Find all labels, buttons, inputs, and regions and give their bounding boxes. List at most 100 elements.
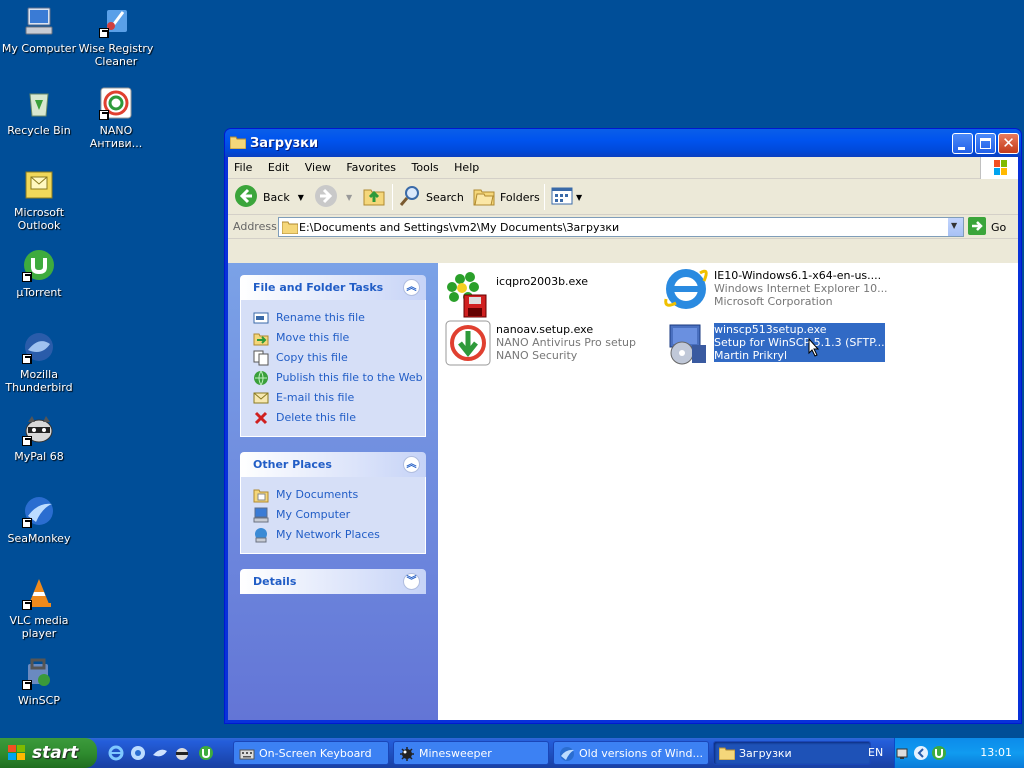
address-dropdown-button[interactable]: ▼	[947, 218, 963, 236]
task-publish-web[interactable]: Publish this file to the Web	[241, 368, 425, 388]
outlook-icon	[22, 168, 56, 202]
menu-view[interactable]: View	[299, 157, 337, 174]
menu-file[interactable]: File	[228, 157, 258, 174]
computer-icon	[253, 507, 269, 523]
place-my-computer[interactable]: My Computer	[241, 505, 425, 525]
other-places-panel: Other Places ︽ My Documents My Computer	[240, 452, 426, 554]
file-item[interactable]: IE10-Windows6.1-x64-en-us.... Windows In…	[660, 265, 888, 315]
address-label: Address	[233, 220, 277, 233]
utorrent-quicklaunch-icon[interactable]	[198, 745, 214, 761]
file-item[interactable]: nanoav.setup.exe NANO Antivirus Pro setu…	[442, 319, 662, 369]
desktop-icon-vlc[interactable]: VLC media player	[0, 576, 79, 640]
my-documents-icon	[253, 487, 269, 503]
file-item-selected[interactable]: winscp513setup.exe Setup for WinSCP 5.1.…	[660, 319, 885, 369]
window-body: File Edit View Favorites Tools Help Back…	[228, 157, 1018, 720]
file-item[interactable]: icqpro2003b.exe	[442, 271, 662, 321]
go-button[interactable]: Go	[968, 216, 1006, 238]
place-my-documents[interactable]: My Documents	[241, 485, 425, 505]
folder-icon	[229, 135, 247, 150]
seamonkey-icon	[22, 494, 56, 528]
panel-header[interactable]: Details ︾	[240, 569, 426, 594]
collapse-chevron-icon[interactable]: ︽	[403, 279, 420, 296]
taskbar-button-minesweeper[interactable]: Minesweeper	[393, 741, 549, 765]
folders-button[interactable]: Folders	[472, 183, 540, 211]
desktop-icon-nano-antivirus[interactable]: NANO Антиви...	[76, 86, 156, 150]
chevron-down-icon[interactable]: ▼	[298, 193, 304, 202]
taskbar-button-downloads[interactable]: Загрузки	[713, 741, 871, 765]
chevron-down-icon[interactable]: ▼	[346, 193, 352, 202]
task-pane: File and Folder Tasks ︽ Rename this file…	[228, 263, 438, 720]
maximize-button[interactable]	[975, 133, 996, 154]
winscp-icon	[22, 656, 56, 690]
back-button[interactable]: Back ▼	[234, 183, 304, 211]
network-tray-icon[interactable]	[895, 745, 911, 761]
utorrent-icon	[22, 248, 56, 282]
address-bar: Address E:\Documents and Settings\vm2\My…	[228, 215, 1018, 239]
desktop-icon-microsoft-outlook[interactable]: Microsoft Outlook	[0, 168, 79, 232]
desktop-icon-mozilla-thunderbird[interactable]: Mozilla Thunderbird	[0, 330, 79, 394]
task-delete-file[interactable]: Delete this file	[241, 408, 425, 428]
desktop-icon-seamonkey[interactable]: SeaMonkey	[0, 494, 79, 545]
rename-icon	[253, 310, 269, 326]
window-title: Загрузки	[250, 136, 319, 151]
registry-cleaner-icon	[99, 4, 133, 38]
chevron-down-icon[interactable]: ▼	[576, 193, 582, 202]
expand-chevron-icon[interactable]: ︾	[403, 573, 420, 590]
language-indicator[interactable]: EN	[868, 746, 883, 759]
delete-icon	[253, 410, 269, 426]
task-rename-file[interactable]: Rename this file	[241, 308, 425, 328]
folder-icon	[718, 746, 736, 762]
address-input[interactable]: E:\Documents and Settings\vm2\My Documen…	[278, 217, 964, 237]
title-bar[interactable]: Загрузки ✕	[225, 129, 1021, 157]
mypal-quicklaunch-icon[interactable]	[174, 745, 190, 761]
task-copy-file[interactable]: Copy this file	[241, 348, 425, 368]
network-places-icon	[253, 527, 269, 543]
chevron-left-icon[interactable]	[913, 745, 929, 761]
maximize-icon	[980, 138, 991, 149]
go-arrow-icon	[968, 216, 986, 238]
content-area: File and Folder Tasks ︽ Rename this file…	[228, 263, 1018, 720]
details-panel: Details ︾	[240, 569, 426, 594]
minimize-button[interactable]	[952, 133, 973, 154]
forward-arrow-icon	[314, 184, 338, 211]
chevron-down-icon: ▼	[951, 221, 958, 230]
menu-tools[interactable]: Tools	[406, 157, 445, 174]
desktop-icon-winscp[interactable]: WinSCP	[0, 656, 79, 707]
windows-flag-icon	[8, 745, 26, 761]
search-button[interactable]: Search	[398, 183, 464, 211]
menu-edit[interactable]: Edit	[262, 157, 295, 174]
panel-header[interactable]: File and Folder Tasks ︽	[240, 275, 426, 300]
forward-button[interactable]: ▼	[314, 183, 352, 211]
utorrent-tray-icon[interactable]	[931, 745, 947, 761]
installer-icon	[662, 319, 710, 367]
views-button[interactable]: ▼	[550, 183, 582, 211]
taskbar-button-old-versions[interactable]: Old versions of Wind...	[553, 741, 709, 765]
ie-quicklaunch-icon[interactable]	[108, 745, 124, 761]
clock[interactable]: 13:01	[980, 746, 1012, 759]
desktop-icon-recycle-bin[interactable]: Recycle Bin	[0, 86, 79, 137]
copy-icon	[253, 350, 269, 366]
back-arrow-icon	[234, 184, 258, 211]
thunderbird-quicklaunch-icon[interactable]	[152, 745, 168, 761]
desktop-icon-wise-registry-cleaner[interactable]: Wise Registry Cleaner	[76, 4, 156, 68]
place-my-network-places[interactable]: My Network Places	[241, 525, 425, 545]
desktop-icon-my-computer[interactable]: My Computer	[0, 4, 79, 55]
collapse-chevron-icon[interactable]: ︽	[403, 456, 420, 473]
close-button[interactable]: ✕	[998, 133, 1019, 154]
desktop-icon-mypal[interactable]: MyPal 68	[0, 412, 79, 463]
menu-help[interactable]: Help	[448, 157, 485, 174]
taskbar-button-on-screen-keyboard[interactable]: On-Screen Keyboard	[233, 741, 389, 765]
start-button[interactable]: start	[0, 738, 97, 768]
move-icon	[253, 330, 269, 346]
views-icon	[550, 184, 574, 211]
task-email-file[interactable]: E-mail this file	[241, 388, 425, 408]
desktop-icon-utorrent[interactable]: µTorrent	[0, 248, 79, 299]
menu-favorites[interactable]: Favorites	[340, 157, 402, 174]
vlc-cone-icon	[22, 576, 56, 610]
panel-header[interactable]: Other Places ︽	[240, 452, 426, 477]
task-move-file[interactable]: Move this file	[241, 328, 425, 348]
up-folder-button[interactable]	[362, 183, 386, 211]
minesweeper-icon	[399, 746, 415, 762]
menu-bar: File Edit View Favorites Tools Help	[228, 157, 1018, 179]
seamonkey-quicklaunch-icon[interactable]	[130, 745, 146, 761]
